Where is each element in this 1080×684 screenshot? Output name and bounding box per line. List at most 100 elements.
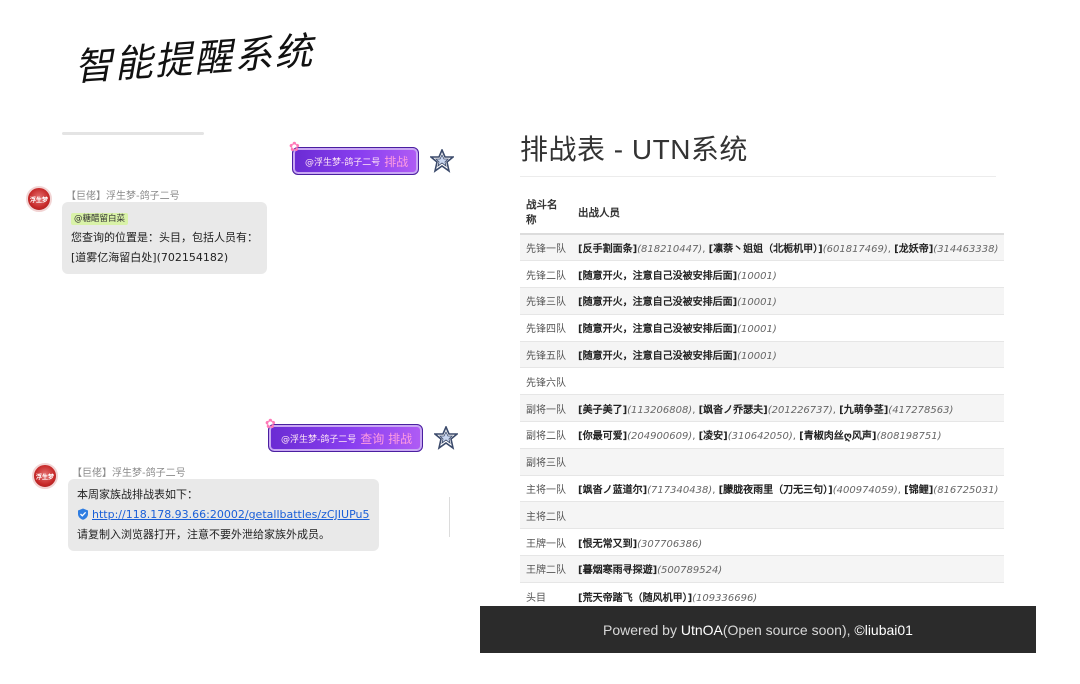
member-id: (816725031) <box>933 485 999 497</box>
team-name-cell: 先锋五队 <box>520 340 572 368</box>
members-cell: [反手割面条](818210447), [凛萘丶姐姐（北栀机甲）](601817… <box>572 233 1005 261</box>
member-id: (204900609) <box>627 431 693 443</box>
members-cell: [美子美了](113206808), [飒沓ノ乔瑟夫](201226737), … <box>572 394 1005 422</box>
mention-text: @浮生梦-鸽子二号 <box>281 434 357 445</box>
received-message-2: 浮生梦 【巨佬】浮生梦-鸽子二号 本周家族战排战表如下： http://118.… <box>32 463 392 559</box>
sender-name: 【巨佬】浮生梦-鸽子二号 <box>72 468 186 479</box>
member-entry: [朦胧夜雨里（刀无三句）](400974059) <box>719 485 898 496</box>
sent-message-2: ✿ @浮生梦-鸽子二号 查询 排战 <box>265 417 459 452</box>
team-name-cell: 主将一队 <box>520 474 572 502</box>
shield-icon <box>77 507 89 520</box>
table-row: 王牌一队 [恨无常又到](307706386) <box>520 528 1005 556</box>
member-name: [反手割面条] <box>578 244 638 256</box>
table-row: 主将一队 [飒沓ノ蓝道尔](717340438), [朦胧夜雨里（刀无三句）](4… <box>520 474 1005 502</box>
title-divider <box>520 176 996 177</box>
message-line: 请复制入浏览器打开，注意不要外泄给家族外成员。 <box>77 528 330 541</box>
table-row: 主将二队 <box>520 501 1005 529</box>
team-name-cell: 王牌一队 <box>520 528 572 556</box>
member-name: [随意开火，注意自己没被安排后面] <box>578 297 738 309</box>
message-line: 您查询的位置是：头目，包括人员有： <box>71 231 258 244</box>
member-entry: [龙妖帝](314463338) <box>894 244 998 255</box>
page-title: 排战表 - UTN系统 <box>520 134 748 165</box>
table-row: 先锋六队 <box>520 367 1005 395</box>
sent-bubble-2[interactable]: ✿ @浮生梦-鸽子二号 查询 排战 <box>265 417 424 452</box>
team-name-cell: 先锋四队 <box>520 313 572 342</box>
team-name-cell: 副将二队 <box>520 421 572 449</box>
team-name-cell: 王牌二队 <box>520 555 572 583</box>
member-entry: [随意开火，注意自己没被安排后面](10001) <box>578 271 777 282</box>
member-name: [飒沓ノ乔瑟夫] <box>698 404 768 416</box>
table-header-row: 战斗名称 出战人员 <box>520 190 1005 235</box>
members-cell: [随意开火，注意自己没被安排后面](10001) <box>572 313 1005 342</box>
member-name: [暮烟寒雨寻探遊] <box>578 565 658 577</box>
member-name: [青椒肉丝ღ风声] <box>799 431 877 443</box>
footer-prefix: Powered by <box>603 621 677 638</box>
member-entry: [反手割面条](818210447) <box>578 244 702 255</box>
member-id: (10001) <box>737 297 777 309</box>
member-entry: [随意开火，注意自己没被安排后面](10001) <box>578 351 777 362</box>
member-id: (310642050) <box>727 431 793 443</box>
battle-table: 战斗名称 出战人员 先锋一队 [反手割面条](818210447), [凛萘丶姐姐… <box>520 190 1005 610</box>
member-entry: [九萌争茎](417278563) <box>839 405 953 416</box>
received-message-1: 浮生梦 【巨佬】浮生梦-鸽子二号 @糖醋留白菜 您查询的位置是：头目，包括人员有… <box>26 186 286 282</box>
member-id: (400974059) <box>832 485 898 497</box>
sent-bubble-1[interactable]: ✿ @浮生梦-鸽子二号 排战 <box>289 140 420 175</box>
chat-divider <box>62 132 204 135</box>
battle-table-link[interactable]: http://118.178.93.66:20002/getallbattles… <box>92 508 370 521</box>
footer-middle: (Open source soon), <box>722 621 851 638</box>
member-id: (601817469) <box>822 244 888 256</box>
table-row: 先锋三队 [随意开火，注意自己没被安排后面](10001) <box>520 287 1005 315</box>
footer-author[interactable]: ©liubai01 <box>854 622 913 638</box>
member-name: [龙妖帝] <box>894 244 934 256</box>
member-entry: [随意开火，注意自己没被安排后面](10001) <box>578 297 777 308</box>
members-cell: [你最可爱](204900609), [凌安](310642050), [青椒肉… <box>572 421 1005 449</box>
member-entry: [凛萘丶姐姐（北栀机甲）](601817469) <box>709 244 888 255</box>
member-entry: [锦鲤](816725031) <box>904 485 998 496</box>
team-name-cell: 先锋一队 <box>520 233 572 261</box>
bot-avatar[interactable]: 浮生梦 <box>32 463 58 489</box>
member-entry: [随意开火，注意自己没被安排后面](10001) <box>578 324 777 335</box>
member-entry: [美子美了](113206808) <box>578 405 692 416</box>
column-header: 战斗名称 <box>520 190 572 235</box>
members-cell <box>572 501 1005 529</box>
member-name: [随意开火，注意自己没被安排后面] <box>578 324 738 336</box>
member-id: (717340438) <box>647 485 713 497</box>
panel-divider <box>449 497 450 537</box>
bubble-decoration-icon: ✿ <box>289 140 300 155</box>
member-id: (10001) <box>737 324 777 336</box>
sender-name: 【巨佬】浮生梦-鸽子二号 <box>66 191 180 202</box>
message-bubble-1[interactable]: @糖醋留白菜 您查询的位置是：头目，包括人员有： [道雾亿海留白处](70215… <box>62 202 267 274</box>
members-cell: [随意开火，注意自己没被安排后面](10001) <box>572 287 1005 315</box>
member-entry: [恨无常又到](307706386) <box>578 539 702 550</box>
member-id: (201226737) <box>767 404 833 416</box>
member-name: [凌安] <box>698 431 728 443</box>
member-name: [锦鲤] <box>904 485 934 497</box>
member-name: [朦胧夜雨里（刀无三句）] <box>718 485 833 497</box>
members-cell: [飒沓ノ蓝道尔](717340438), [朦胧夜雨里（刀无三句）](40097… <box>572 474 1005 502</box>
members-cell: [恨无常又到](307706386) <box>572 528 1005 556</box>
table-row: 先锋五队 [随意开火，注意自己没被安排后面](10001) <box>520 340 1005 368</box>
star-avatar-icon[interactable] <box>429 148 455 174</box>
table-row: 副将三队 <box>520 447 1005 476</box>
command-text: 排战 <box>384 154 409 169</box>
member-id: (500789524) <box>657 565 723 577</box>
member-name: [荒天帝踏飞（随风机甲）] <box>578 592 693 604</box>
star-avatar-icon[interactable] <box>433 425 459 451</box>
member-name: [凛萘丶姐姐（北栀机甲）] <box>708 244 823 256</box>
message-bubble-2[interactable]: 本周家族战排战表如下： http://118.178.93.66:20002/g… <box>68 479 379 551</box>
table-row: 先锋四队 [随意开火，注意自己没被安排后面](10001) <box>520 313 1005 342</box>
footer-brand[interactable]: UtnOA <box>681 622 723 638</box>
bubble-decoration-icon: ✿ <box>265 417 276 432</box>
member-id: (314463338) <box>933 244 999 256</box>
team-name-cell: 先锋三队 <box>520 287 572 315</box>
member-entry: [你最可爱](204900609) <box>578 431 692 442</box>
team-name-cell: 副将三队 <box>520 447 572 476</box>
message-line: [道雾亿海留白处](702154182) <box>71 251 229 264</box>
member-id: (808198751) <box>876 431 942 443</box>
member-entry: [凌安](310642050) <box>699 431 793 442</box>
team-name-cell: 主将二队 <box>520 501 572 529</box>
members-cell: [随意开火，注意自己没被安排后面](10001) <box>572 260 1005 288</box>
members-cell: [暮烟寒雨寻探遊](500789524) <box>572 555 1005 583</box>
footer: Powered by UtnOA (Open source soon), ©li… <box>480 606 1036 653</box>
bot-avatar[interactable]: 浮生梦 <box>26 186 52 212</box>
